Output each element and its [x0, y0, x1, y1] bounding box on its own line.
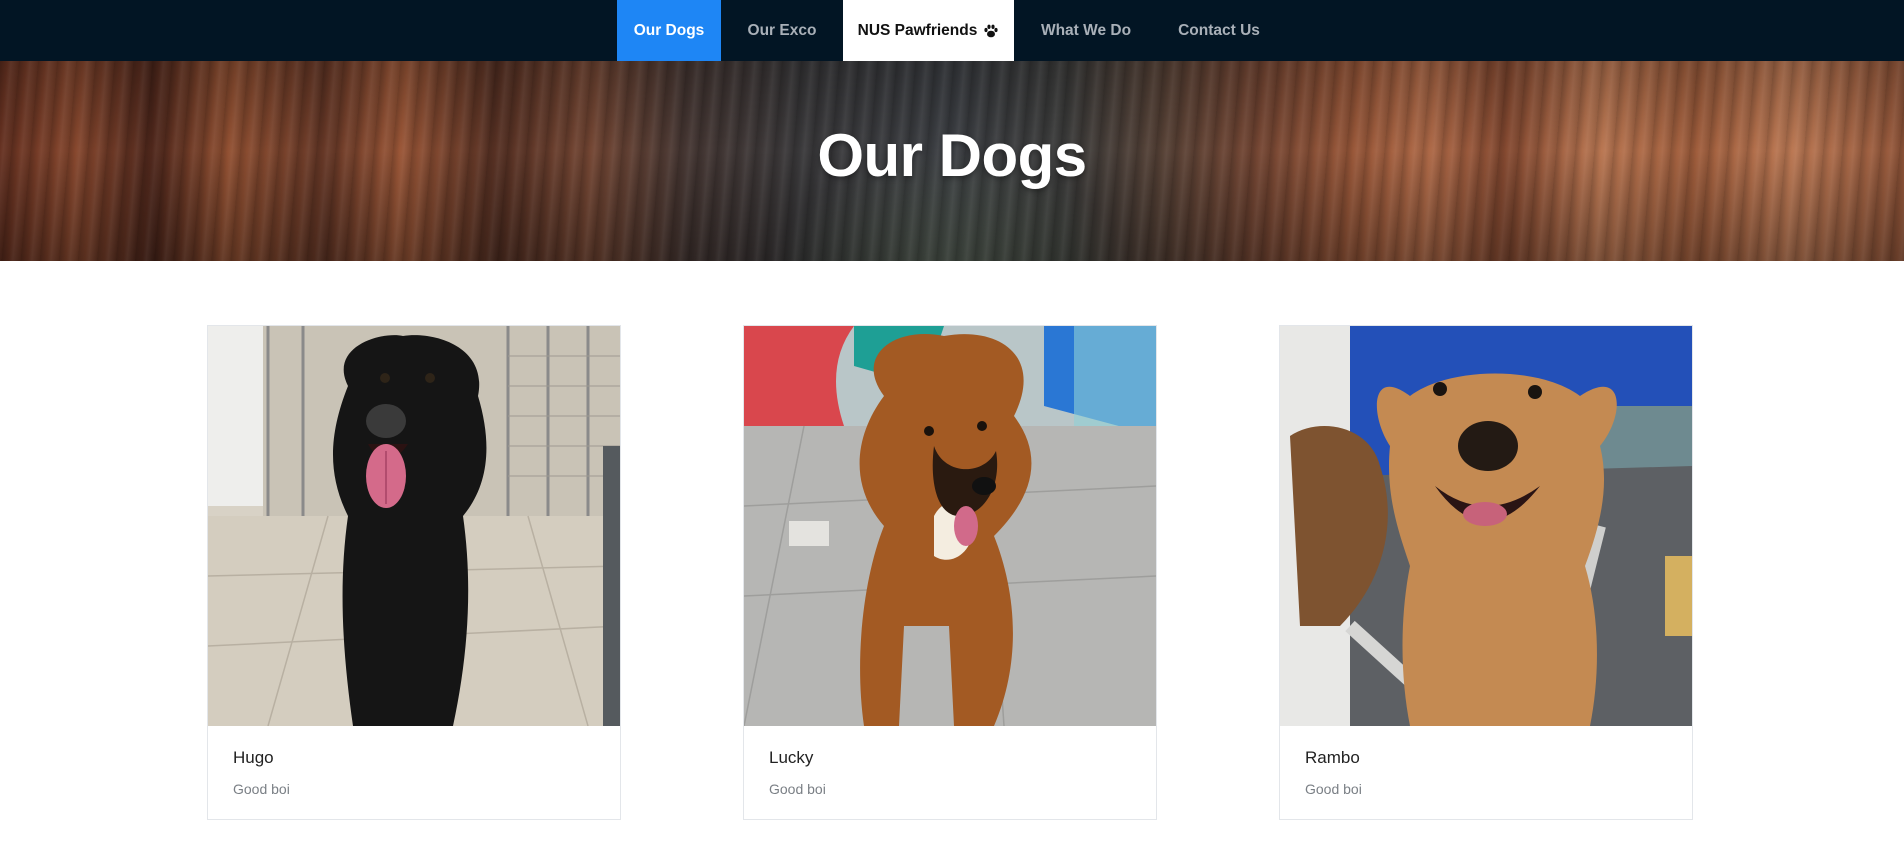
nav-what-we-do-label: What We Do [1040, 21, 1132, 39]
dog-photo-rambo [1280, 326, 1692, 726]
nav-our-dogs[interactable]: Our Dogs [617, 0, 721, 61]
top-navbar: Our Dogs Our Exco NUS Pawfriends What We… [0, 0, 1904, 61]
dog-description: Good boi [233, 781, 290, 797]
dog-name: Lucky [769, 748, 814, 767]
dog-name: Hugo [233, 748, 274, 767]
hero-banner: Our Dogs [0, 61, 1904, 261]
nav-links: Our Dogs Our Exco NUS Pawfriends What We… [617, 0, 1280, 61]
nav-our-exco-label: Our Exco [747, 21, 817, 39]
dog-name: Rambo [1305, 748, 1360, 767]
paw-icon [983, 23, 999, 39]
dog-card-lucky[interactable]: Lucky Good boi [743, 325, 1157, 820]
dog-card-hugo[interactable]: Hugo Good boi [207, 325, 621, 820]
dog-photo-hugo [208, 326, 620, 726]
nav-contact-us-label: Contact Us [1178, 21, 1260, 39]
dog-description: Good boi [769, 781, 826, 797]
nav-what-we-do[interactable]: What We Do [1014, 0, 1158, 61]
nav-brand-label: NUS Pawfriends [857, 21, 978, 39]
nav-our-exco[interactable]: Our Exco [721, 0, 843, 61]
page-title: Our Dogs [817, 122, 1087, 189]
dog-photo-lucky [744, 326, 1156, 726]
dog-card-rambo[interactable]: Rambo Good boi [1279, 325, 1693, 820]
nav-our-dogs-label: Our Dogs [633, 21, 705, 39]
nav-contact-us[interactable]: Contact Us [1158, 0, 1280, 61]
dog-description: Good boi [1305, 781, 1362, 797]
nav-brand-home[interactable]: NUS Pawfriends [843, 0, 1014, 61]
